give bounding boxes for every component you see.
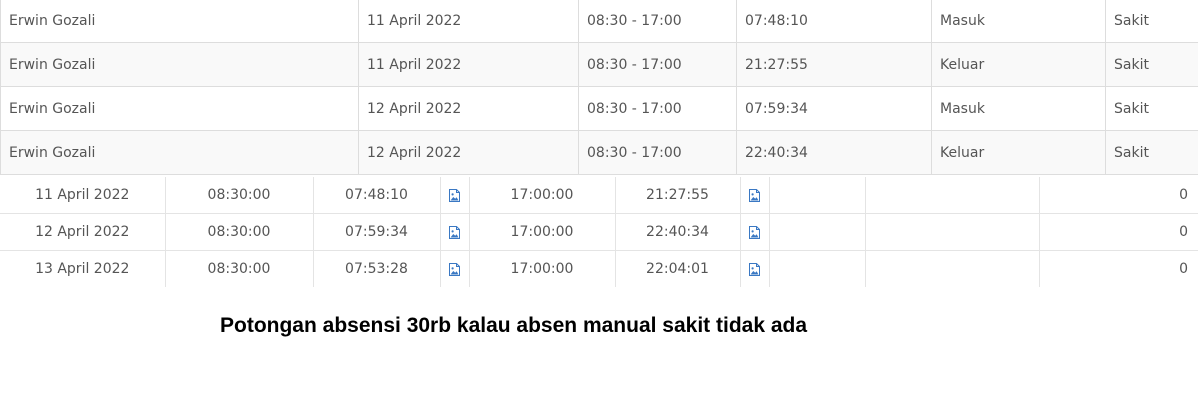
empty-cell bbox=[769, 177, 866, 214]
attendance-summary-table: 11 April 2022 08:30:00 07:48:10 17:00:00 21:… bbox=[0, 177, 1198, 287]
summary-date-cell: 12 April 2022 bbox=[0, 213, 166, 251]
clock-in-photo-icon[interactable] bbox=[448, 225, 461, 239]
summary-row: 13 April 2022 08:30:00 07:53:28 17:00:00 22:… bbox=[0, 250, 1198, 287]
time-cell: 07:48:10 bbox=[736, 0, 932, 43]
empty-cell bbox=[865, 177, 1040, 214]
clock-in-photo-icon[interactable] bbox=[448, 262, 461, 276]
clock-out-photo-icon[interactable] bbox=[748, 225, 761, 239]
deduction-cell: 0 bbox=[1179, 261, 1188, 277]
shift-cell: 08:30 - 17:00 bbox=[578, 130, 737, 175]
actual-out-cell: 22:40:34 bbox=[615, 213, 741, 251]
summary-date-cell: 13 April 2022 bbox=[0, 250, 166, 287]
photo-cell bbox=[740, 250, 770, 287]
employee-name-cell: Erwin Gozali bbox=[0, 42, 359, 87]
employee-name-cell: Erwin Gozali bbox=[0, 130, 359, 175]
shift-cell: 08:30 - 17:00 bbox=[578, 0, 737, 43]
entry-type-cell: Keluar bbox=[931, 130, 1106, 175]
employee-name-cell: Erwin Gozali bbox=[0, 86, 359, 131]
shift-cell: 08:30 - 17:00 bbox=[578, 86, 737, 131]
actual-out-cell: 22:04:01 bbox=[615, 250, 741, 287]
reason-cell: Sakit bbox=[1105, 86, 1198, 131]
actual-in-cell: 07:53:28 bbox=[313, 250, 441, 287]
reason-cell: Sakit bbox=[1105, 0, 1198, 43]
date-cell: 12 April 2022 bbox=[358, 130, 579, 175]
deduction-cell: 0 bbox=[1039, 177, 1198, 214]
clock-out-photo-icon[interactable] bbox=[748, 262, 761, 276]
scheduled-in-cell: 08:30:00 bbox=[165, 213, 314, 251]
date-cell: 11 April 2022 bbox=[358, 0, 579, 43]
time-cell: 21:27:55 bbox=[736, 42, 932, 87]
log-row: Erwin Gozali 12 April 2022 08:30 - 17:00 07… bbox=[0, 86, 1198, 131]
attendance-log-table: Erwin Gozali 11 April 2022 08:30 - 17:00 07… bbox=[0, 0, 1198, 175]
entry-type-cell: Masuk bbox=[931, 0, 1106, 43]
entry-type-cell: Keluar bbox=[931, 42, 1106, 87]
empty-cell bbox=[865, 213, 1040, 251]
empty-cell bbox=[769, 213, 866, 251]
attendance-log-body: Erwin Gozali 11 April 2022 08:30 - 17:00 07… bbox=[0, 0, 1198, 175]
log-row: Erwin Gozali 11 April 2022 08:30 - 17:00 21… bbox=[0, 42, 1198, 87]
photo-cell bbox=[740, 213, 770, 251]
entry-type-cell: Masuk bbox=[931, 86, 1106, 131]
summary-row: 12 April 2022 08:30:00 07:59:34 17:00:00 22:… bbox=[0, 213, 1198, 251]
photo-cell bbox=[440, 213, 470, 251]
time-cell: 22:40:34 bbox=[736, 130, 932, 175]
empty-cell bbox=[769, 250, 866, 287]
scheduled-out-cell: 17:00:00 bbox=[469, 250, 616, 287]
date-cell: 11 April 2022 bbox=[358, 42, 579, 87]
attendance-summary-body: 11 April 2022 08:30:00 07:48:10 17:00:00 21:… bbox=[0, 177, 1198, 287]
reason-cell: Sakit bbox=[1105, 130, 1198, 175]
time-cell: 07:59:34 bbox=[736, 86, 932, 131]
empty-cell bbox=[865, 250, 1040, 287]
shift-cell: 08:30 - 17:00 bbox=[578, 42, 737, 87]
photo-cell bbox=[440, 250, 470, 287]
scheduled-out-cell: 17:00:00 bbox=[469, 213, 616, 251]
log-row: Erwin Gozali 11 April 2022 08:30 - 17:00 07… bbox=[0, 0, 1198, 43]
reason-cell: Sakit bbox=[1105, 42, 1198, 87]
actual-out-cell: 21:27:55 bbox=[615, 177, 741, 214]
photo-cell bbox=[740, 177, 770, 214]
deduction-cell: 0 bbox=[1039, 213, 1198, 251]
employee-name-cell: Erwin Gozali bbox=[0, 0, 359, 43]
deduction-note: Potongan absensi 30rb kalau absen manual… bbox=[220, 314, 808, 337]
actual-in-cell: 07:48:10 bbox=[313, 177, 441, 214]
photo-cell bbox=[440, 177, 470, 214]
summary-row: 11 April 2022 08:30:00 07:48:10 17:00:00 21:… bbox=[0, 177, 1198, 214]
date-cell: 12 April 2022 bbox=[358, 86, 579, 131]
scheduled-in-cell: 08:30:00 bbox=[165, 250, 314, 287]
log-row: Erwin Gozali 12 April 2022 08:30 - 17:00 22… bbox=[0, 130, 1198, 175]
clock-out-photo-icon[interactable] bbox=[748, 188, 761, 202]
scheduled-out-cell: 17:00:00 bbox=[469, 177, 616, 214]
summary-date-cell: 11 April 2022 bbox=[0, 177, 166, 214]
scheduled-in-cell: 08:30:00 bbox=[165, 177, 314, 214]
actual-in-cell: 07:59:34 bbox=[313, 213, 441, 251]
clock-in-photo-icon[interactable] bbox=[448, 188, 461, 202]
